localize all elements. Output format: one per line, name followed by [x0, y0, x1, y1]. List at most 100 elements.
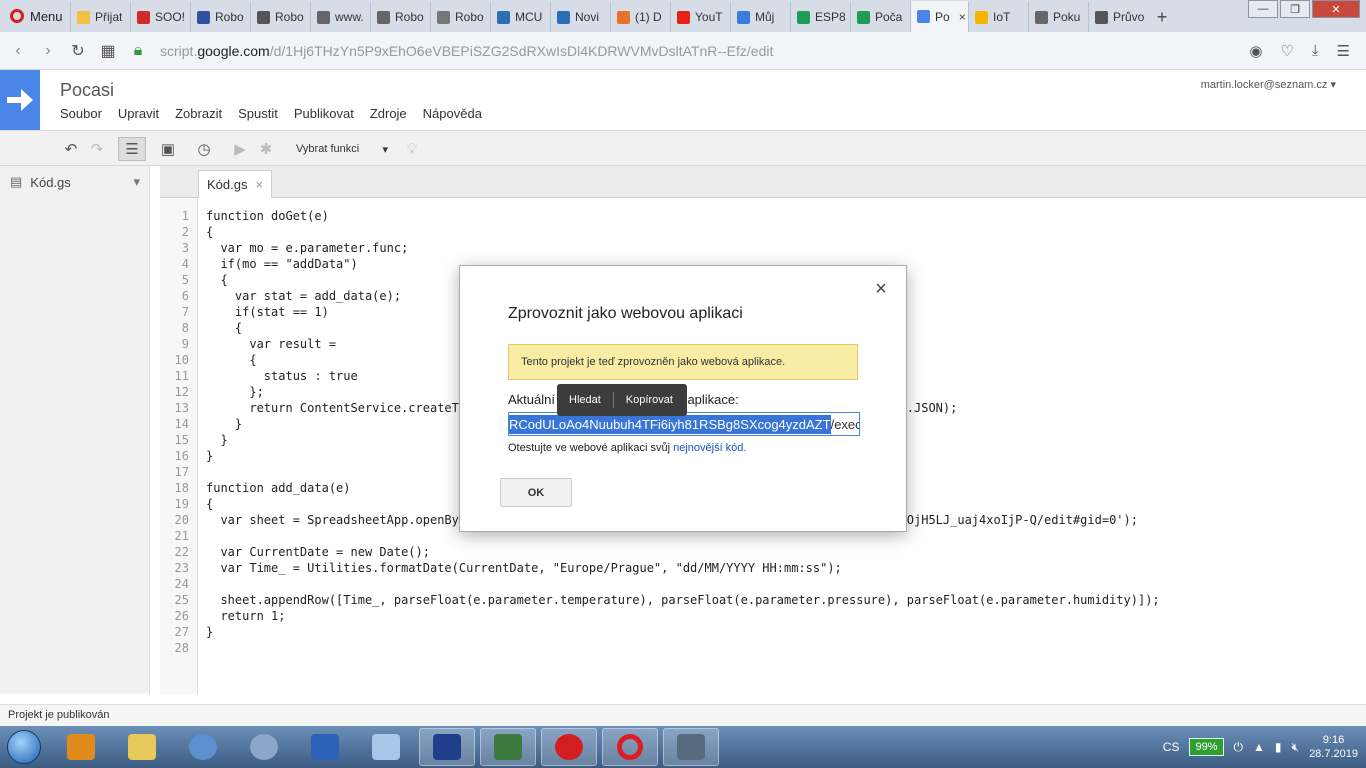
close-tab-icon[interactable]: × [255, 177, 263, 192]
forward-icon[interactable]: › [40, 42, 56, 60]
speed-dial-icon[interactable]: ▦ [100, 41, 116, 61]
window-controls: — ❐ ✕ [1248, 0, 1360, 22]
line-number: 17 [174, 465, 189, 479]
code-text: function add_data(e) [206, 481, 351, 495]
browser-tab[interactable]: Robo [250, 2, 310, 32]
project-title[interactable]: Pocasi [60, 80, 114, 101]
red-splat-icon[interactable] [541, 728, 597, 766]
start-button[interactable] [0, 726, 48, 768]
url-domain: google.com [197, 42, 270, 59]
settings-sliders-icon[interactable]: ☰ [1337, 42, 1350, 60]
browser-tab-label: IoT [993, 10, 1011, 24]
heart-icon[interactable]: ♡ [1280, 42, 1293, 60]
code-line: 27} [160, 624, 1366, 640]
app-globe-icon[interactable] [175, 728, 231, 766]
snapshot-icon[interactable]: ◉ [1249, 42, 1262, 60]
run-icon[interactable]: ▶ [232, 137, 248, 161]
circuit-board-icon[interactable] [480, 728, 536, 766]
browser-tab[interactable]: Průvo [1088, 2, 1148, 32]
download-icon[interactable]: ⤓ [1312, 42, 1319, 60]
ok-button[interactable]: OK [500, 478, 572, 507]
network-icon[interactable]: ▮ [1275, 740, 1282, 754]
browser-tab[interactable]: Poča [850, 2, 910, 32]
debug-bug-icon[interactable]: ✱ [256, 137, 276, 161]
windows-taskbar: CS 99% ⏻ ▲ ▮ 🔇︎ 9:16 28.7.2019 [0, 726, 1366, 768]
apps-script-logo[interactable] [0, 70, 40, 130]
editor-toolbar: ↶ ↷ ☰ ▣ ◷ ▶ ✱ Vybrat funkci ▾ 💡︎ [0, 130, 1366, 166]
reload-icon[interactable]: ↻ [70, 41, 86, 61]
copy-menu-item[interactable]: Kopírovat [614, 394, 685, 406]
opera-taskbar-icon[interactable] [602, 728, 658, 766]
latest-code-link[interactable]: nejnovější kód. [673, 442, 746, 454]
browser-tab-label: ESP8 [815, 10, 846, 24]
line-number: 9 [181, 337, 189, 351]
save-icon[interactable]: ▣ [158, 137, 178, 161]
user-account[interactable]: martin.locker@seznam.cz ▾ [1201, 78, 1336, 91]
browser-tab[interactable]: Robo [370, 2, 430, 32]
function-select[interactable]: Vybrat funkci ▾ [296, 137, 388, 161]
browser-tab[interactable]: Můj [730, 2, 790, 32]
maximize-button[interactable]: ❐ [1280, 0, 1310, 18]
triggers-clock-icon[interactable]: ◷ [193, 137, 215, 161]
system-tray: CS 99% ⏻ ▲ ▮ 🔇︎ 9:16 28.7.2019 [1163, 733, 1366, 761]
indent-icon[interactable]: ☰ [118, 137, 146, 161]
clock[interactable]: 9:16 28.7.2019 [1309, 733, 1358, 761]
opera-menu-button[interactable]: Menu [0, 0, 70, 32]
battery-indicator[interactable]: 99% [1189, 738, 1224, 756]
browser-tab[interactable]: SOO! [130, 2, 190, 32]
new-tab-button[interactable]: + [1148, 2, 1176, 32]
find-menu-item[interactable]: Hledat [557, 394, 613, 406]
undo-icon[interactable]: ↶ [62, 137, 80, 161]
browser-tab[interactable]: Po × [910, 1, 968, 32]
file-explorer-icon[interactable] [114, 728, 170, 766]
lightbulb-icon[interactable]: 💡︎ [402, 137, 422, 161]
volume-muted-icon[interactable]: 🔇︎ [1292, 740, 1300, 755]
menu-item[interactable]: Publikovat [294, 106, 354, 121]
browser-tab[interactable]: ESP8 [790, 2, 850, 32]
browser-tab[interactable]: MCU [490, 2, 550, 32]
browser-tab-label: Můj [755, 10, 775, 24]
window-close-button[interactable]: ✕ [1312, 0, 1360, 18]
url-field[interactable]: script.google.com/d/1Hj6THzYn5P9xEhO6eVB… [160, 43, 1235, 59]
app-disc-icon[interactable] [236, 728, 292, 766]
url-path: /d/1Hj6THzYn5P9xEhO6eVBEPiSZG2SdRXwIsDl4… [269, 42, 774, 59]
back-icon[interactable]: ‹ [10, 42, 26, 60]
media-player-icon[interactable] [53, 728, 109, 766]
browser-tab[interactable]: Novi [550, 2, 610, 32]
notes-icon[interactable] [358, 728, 414, 766]
browser-tab[interactable]: www. [310, 2, 370, 32]
show-hidden-icons[interactable]: ▲ [1253, 740, 1265, 754]
clock-time: 9:16 [1322, 734, 1345, 746]
browser-tab[interactable]: Robo [190, 2, 250, 32]
menu-item[interactable]: Soubor [60, 106, 102, 121]
minimize-button[interactable]: — [1248, 0, 1278, 18]
code-text: } [206, 417, 243, 431]
chevron-down-icon[interactable]: ▾ [133, 174, 140, 190]
line-number: 3 [181, 241, 189, 255]
browser-tab[interactable]: YouT [670, 2, 730, 32]
browser-tab[interactable]: Robo [430, 2, 490, 32]
file-item[interactable]: ▤ Kód.gs ▾ [10, 174, 140, 190]
menu-item[interactable]: Spustit [238, 106, 278, 121]
floppy-save-icon[interactable] [419, 728, 475, 766]
browser-tab-label: MCU [515, 10, 543, 24]
pen-tool-icon[interactable] [663, 728, 719, 766]
lock-icon: 🔒︎ [133, 41, 143, 59]
redo-icon[interactable]: ↷ [88, 137, 106, 161]
menu-item[interactable]: Zobrazit [175, 106, 222, 121]
menu-item[interactable]: Nápověda [423, 106, 482, 121]
browser-tab[interactable]: Přijat [70, 2, 130, 32]
language-indicator[interactable]: CS [1163, 740, 1180, 754]
url-prefix: script. [160, 42, 198, 59]
browser-tab[interactable]: (1) D [610, 2, 670, 32]
close-tab-icon[interactable]: × [959, 10, 966, 24]
app-k-icon[interactable] [297, 728, 353, 766]
editor-tab[interactable]: Kód.gs × [198, 170, 273, 198]
menu-item[interactable]: Upravit [118, 106, 159, 121]
menu-item[interactable]: Zdroje [370, 106, 407, 121]
power-plug-icon[interactable]: ⏻ [1234, 740, 1244, 755]
tab-favicon-icon [857, 10, 870, 24]
browser-tab[interactable]: IoT [968, 2, 1028, 32]
browser-tab[interactable]: Poku [1028, 2, 1088, 32]
dialog-close-icon[interactable]: × [872, 278, 890, 301]
